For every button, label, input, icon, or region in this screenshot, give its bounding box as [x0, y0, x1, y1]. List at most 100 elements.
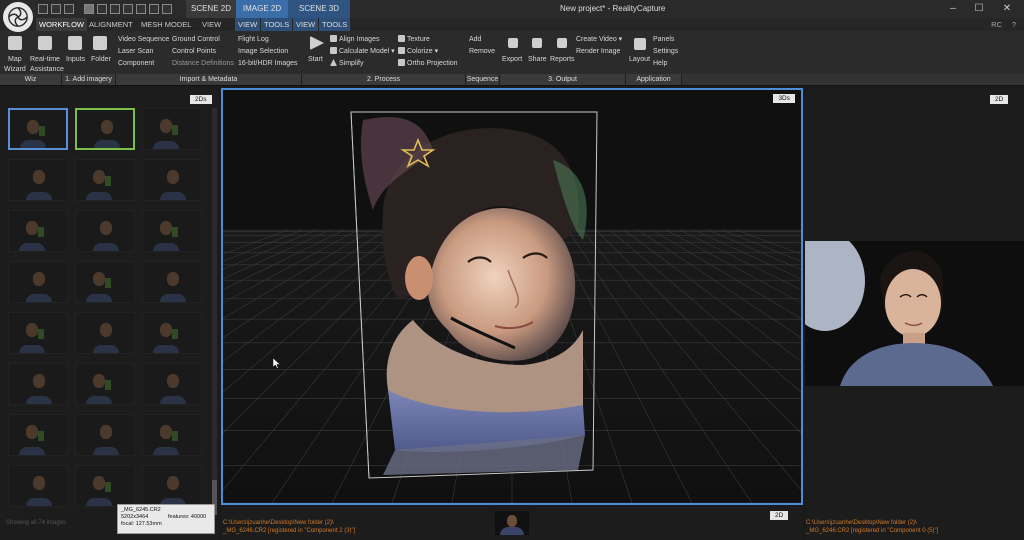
export-icon[interactable]: [508, 38, 518, 48]
laser-scan-button[interactable]: Laser Scan: [118, 47, 153, 56]
menu-view-scene[interactable]: VIEW: [293, 18, 319, 31]
ground-control-button[interactable]: Ground Control: [172, 35, 220, 44]
folder-button[interactable]: Folder: [91, 55, 111, 64]
image-thumbnail[interactable]: [142, 261, 202, 303]
maximize-button[interactable]: ☐: [966, 0, 992, 18]
menu-tools-scene[interactable]: TOOLS: [319, 18, 351, 31]
colorize-button[interactable]: Colorize ▾: [398, 47, 438, 56]
menu-view-image[interactable]: VIEW: [235, 18, 261, 31]
quick-layout-icon[interactable]: [64, 4, 74, 14]
map-icon[interactable]: [8, 36, 22, 50]
map-button[interactable]: Map: [8, 55, 22, 64]
ortho-projection-button[interactable]: Ortho Projection: [398, 59, 458, 68]
tab-scene-3d[interactable]: SCENE 3D: [288, 0, 350, 18]
minimize-button[interactable]: –: [940, 0, 966, 18]
add-sequence-button[interactable]: Add: [469, 35, 481, 44]
close-button[interactable]: ✕: [994, 0, 1020, 18]
scene-3d-viewport[interactable]: 3Ds: [221, 88, 803, 505]
menu-view[interactable]: VIEW: [199, 18, 224, 31]
menu-tools-image[interactable]: TOOLS: [261, 18, 293, 31]
distance-definitions-button[interactable]: Distance Definitions: [172, 59, 234, 68]
images-scrollbar[interactable]: [212, 108, 217, 508]
settings-button[interactable]: Settings: [653, 47, 678, 56]
quick-layout-icon[interactable]: [136, 4, 146, 14]
quick-layout-icon[interactable]: [162, 4, 172, 14]
image-thumbnail[interactable]: [75, 312, 135, 354]
folder-icon[interactable]: [93, 36, 107, 50]
share-button[interactable]: Share: [528, 55, 547, 64]
image-thumbnail[interactable]: [8, 210, 68, 252]
render-image-button[interactable]: Render Image: [576, 47, 620, 56]
remove-sequence-button[interactable]: Remove: [469, 47, 495, 56]
image-thumbnail[interactable]: [75, 261, 135, 303]
image-thumbnail[interactable]: [75, 108, 135, 150]
wizard-button[interactable]: Wizard: [4, 65, 26, 74]
share-icon[interactable]: [532, 38, 542, 48]
tab-image-2d[interactable]: IMAGE 2D: [236, 0, 288, 18]
quick-layout-icon[interactable]: [84, 4, 94, 14]
image-thumbnail[interactable]: [142, 159, 202, 201]
reports-icon[interactable]: [557, 38, 567, 48]
image-thumbnail[interactable]: [75, 159, 135, 201]
panel-badge-2d-right[interactable]: 2D: [990, 95, 1009, 104]
inputs-button[interactable]: Inputs: [66, 55, 85, 64]
image-thumbnail[interactable]: [8, 363, 68, 405]
start-button[interactable]: Start: [308, 55, 323, 64]
calculate-model-button[interactable]: Calculate Model ▾: [330, 47, 395, 56]
image-thumbnail[interactable]: [142, 414, 202, 456]
image-thumbnail[interactable]: [8, 261, 68, 303]
panels-button[interactable]: Panels: [653, 35, 674, 44]
image-thumbnail[interactable]: [142, 312, 202, 354]
image-thumbnail[interactable]: [75, 363, 135, 405]
align-images-button[interactable]: Align Images: [330, 35, 379, 44]
quick-layout-icon[interactable]: [149, 4, 159, 14]
image-thumbnail[interactable]: [75, 210, 135, 252]
panel-badge-2d-center[interactable]: 2D: [770, 511, 789, 520]
hdr-images-button[interactable]: 16-bit/HDR Images: [238, 59, 298, 68]
image-thumbnail[interactable]: [8, 108, 68, 150]
help-button[interactable]: Help: [653, 59, 667, 68]
image-2d-view[interactable]: [805, 241, 1024, 386]
quick-layout-icon[interactable]: [123, 4, 133, 14]
simplify-button[interactable]: Simplify: [330, 59, 364, 68]
flight-log-button[interactable]: Flight Log: [238, 35, 269, 44]
image-thumbnail[interactable]: [75, 414, 135, 456]
control-points-button[interactable]: Control Points: [172, 47, 216, 56]
bottom-image-thumbnail[interactable]: [495, 511, 529, 535]
image-thumbnail[interactable]: [75, 465, 135, 507]
image-thumbnail[interactable]: [142, 363, 202, 405]
quick-layout-icon[interactable]: [97, 4, 107, 14]
layout-button[interactable]: Layout: [629, 55, 650, 64]
quick-layout-icon[interactable]: [38, 4, 48, 14]
panel-badge-2ds[interactable]: 2Ds: [190, 95, 212, 104]
layout-icon[interactable]: [634, 38, 646, 50]
export-button[interactable]: Export: [502, 55, 522, 64]
component-button[interactable]: Component: [118, 59, 154, 68]
menu-alignment[interactable]: ALIGNMENT: [86, 18, 136, 31]
reports-button[interactable]: Reports: [550, 55, 575, 64]
app-logo-icon[interactable]: [3, 2, 33, 32]
panel-badge-3ds[interactable]: 3Ds: [773, 94, 795, 103]
inputs-icon[interactable]: [68, 36, 82, 50]
video-sequence-button[interactable]: Video Sequence: [118, 35, 169, 44]
image-thumbnail[interactable]: [8, 414, 68, 456]
realtime-button[interactable]: Real-time: [30, 55, 60, 64]
image-thumbnail[interactable]: [142, 210, 202, 252]
image-thumbnail[interactable]: [142, 465, 202, 507]
texture-button[interactable]: Texture: [398, 35, 430, 44]
menu-workflow[interactable]: WORKFLOW: [36, 18, 87, 31]
image-selection-button[interactable]: Image Selection: [238, 47, 288, 56]
start-icon[interactable]: [310, 36, 324, 50]
menu-mesh-model[interactable]: MESH MODEL: [138, 18, 194, 31]
quick-layout-icon[interactable]: [51, 4, 61, 14]
quick-layout-icon[interactable]: [110, 4, 120, 14]
help-icon[interactable]: ?: [1012, 18, 1016, 31]
tab-scene-2d[interactable]: SCENE 2D: [186, 0, 236, 18]
image-thumbnail[interactable]: [8, 465, 68, 507]
image-thumbnail[interactable]: [142, 108, 202, 150]
create-video-button[interactable]: Create Video ▾: [576, 35, 622, 44]
image-thumbnail[interactable]: [8, 312, 68, 354]
image-thumbnail[interactable]: [8, 159, 68, 201]
realtime-icon[interactable]: [38, 36, 52, 50]
scene-3d-render[interactable]: [223, 90, 801, 503]
